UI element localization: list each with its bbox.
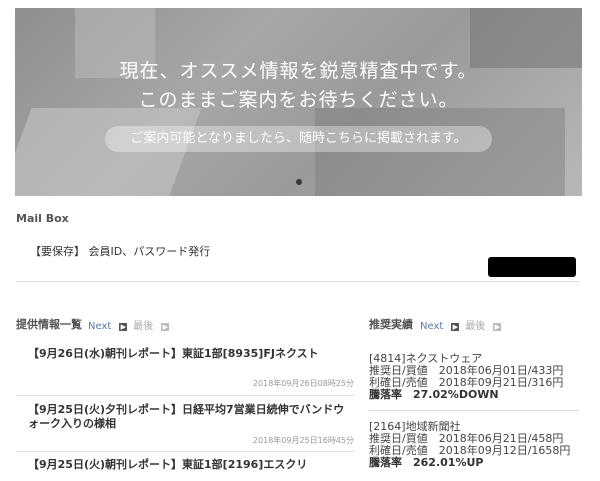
recommend-rate: 騰落率 27.02%DOWN	[369, 388, 499, 401]
info-item-title[interactable]: 【9月25日(火)夕刊レポート】日経平均7営業日続伸でバンドウォーク入りの様相	[16, 403, 354, 431]
info-next-link[interactable]: Next	[88, 321, 111, 332]
hero-notice-pill: ご案内可能となりましたら、随時こちらに掲載されます。	[105, 126, 492, 152]
last-arrow-icon[interactable]: ▶	[161, 323, 170, 331]
redacted-block	[488, 257, 576, 277]
hero-background-shape	[15, 108, 202, 196]
info-item-date: 2018年09月25日16時45分	[252, 436, 354, 445]
recommend-item[interactable]: [2164]地域新聞社 推奨日/買値 2018年06月21日/458円 利確日/…	[369, 421, 579, 469]
recommend-last-link[interactable]: 最後	[465, 321, 485, 332]
divider	[16, 395, 354, 396]
mailbox-item[interactable]: 【要保存】 会員ID、パスワード発行	[30, 243, 210, 259]
mailbox-title: Mail Box	[16, 212, 69, 225]
info-list-item[interactable]: 【9月25日(火)夕刊レポート】日経平均7営業日続伸でバンドウォーク入りの様相 …	[16, 403, 354, 446]
hero-message-line1: 現在、オススメ情報を鋭意精査中です。	[119, 60, 478, 82]
next-arrow-icon[interactable]: ▶	[119, 323, 128, 331]
info-item-title[interactable]: 【9月25日(火)朝刊レポート】東証1部[2196]エスクリ	[16, 458, 354, 472]
next-arrow-icon[interactable]: ▶	[451, 323, 460, 331]
hero-message-line2: このままご案内をお待ちください。	[138, 89, 459, 111]
info-list-nav: Next ▶ 最後 ▶	[88, 317, 175, 332]
info-item-title[interactable]: 【9月26日(水)朝刊レポート】東証1部[8935]FJネクスト	[16, 347, 354, 361]
divider	[16, 281, 580, 282]
carousel-indicator-dot[interactable]	[296, 179, 302, 185]
recommend-next-link[interactable]: Next	[420, 321, 443, 332]
divider	[369, 410, 579, 411]
recommend-rate: 騰落率 262.01%UP	[369, 456, 484, 469]
hero-background-shape	[315, 108, 565, 196]
divider	[16, 451, 354, 452]
info-list-item[interactable]: 【9月25日(火)朝刊レポート】東証1部[2196]エスクリ	[16, 458, 354, 472]
last-arrow-icon[interactable]: ▶	[493, 323, 502, 331]
info-list-item[interactable]: 【9月26日(水)朝刊レポート】東証1部[8935]FJネクスト 2018年09…	[16, 347, 354, 389]
recommend-title: 推奨実績	[369, 318, 413, 331]
recommend-item[interactable]: [4814]ネクストウェア 推奨日/買値 2018年06月01日/433円 利確…	[369, 353, 579, 401]
info-last-link[interactable]: 最後	[133, 321, 153, 332]
recommend-nav: Next ▶ 最後 ▶	[420, 317, 507, 332]
info-item-date: 2018年09月26日08時25分	[252, 379, 354, 388]
hero-banner: 現在、オススメ情報を鋭意精査中です。 このままご案内をお待ちください。 ご案内可…	[15, 8, 582, 196]
info-list-title: 提供情報一覧	[16, 318, 82, 331]
